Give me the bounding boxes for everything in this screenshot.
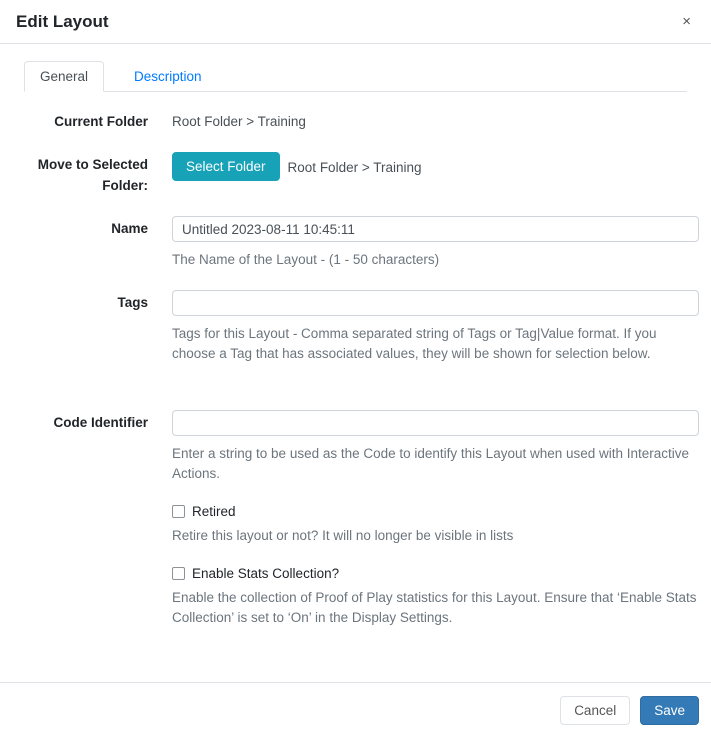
stats-collection-label[interactable]: Enable Stats Collection? [192, 566, 339, 581]
tags-row: Tags Tags for this Layout - Comma separa… [24, 290, 687, 364]
name-row: Name The Name of the Layout - (1 - 50 ch… [24, 216, 687, 270]
close-icon[interactable]: × [678, 14, 695, 29]
code-identifier-help-text: Enter a string to be used as the Code to… [172, 444, 699, 484]
stats-collection-help-text: Enable the collection of Proof of Play s… [172, 588, 699, 628]
current-folder-label: Current Folder [24, 109, 148, 132]
dialog-header: Edit Layout × [0, 0, 711, 44]
code-identifier-row: Code Identifier Enter a string to be use… [24, 410, 687, 484]
stats-collection-row: Enable Stats Collection? Enable the coll… [24, 566, 687, 628]
move-folder-row: Move to Selected Folder: Select Folder R… [24, 152, 687, 196]
current-folder-row: Current Folder Root Folder > Training [24, 109, 687, 132]
retired-help-text: Retire this layout or not? It will no lo… [172, 526, 699, 546]
edit-layout-form: Current Folder Root Folder > Training Mo… [24, 109, 687, 628]
tags-help-text: Tags for this Layout - Comma separated s… [172, 324, 699, 364]
cancel-button[interactable]: Cancel [560, 696, 630, 725]
dialog-footer: Cancel Save [0, 682, 711, 738]
tab-general[interactable]: General [24, 61, 104, 92]
name-help-text: The Name of the Layout - (1 - 50 charact… [172, 250, 699, 270]
retired-label[interactable]: Retired [192, 504, 236, 519]
name-input[interactable] [172, 216, 699, 242]
dialog-title: Edit Layout [16, 12, 109, 32]
selected-folder-value: Root Folder > Training [288, 152, 422, 178]
name-label: Name [24, 216, 148, 270]
code-identifier-input[interactable] [172, 410, 699, 436]
tags-input[interactable] [172, 290, 699, 316]
tab-description[interactable]: Description [118, 61, 218, 92]
code-identifier-label: Code Identifier [24, 410, 148, 484]
select-folder-button[interactable]: Select Folder [172, 152, 280, 181]
retired-checkbox[interactable] [172, 505, 185, 518]
move-folder-label: Move to Selected Folder: [24, 152, 148, 196]
retired-row: Retired Retire this layout or not? It wi… [24, 504, 687, 546]
tags-label: Tags [24, 290, 148, 364]
dialog-body: General Description Current Folder Root … [0, 44, 711, 682]
stats-collection-checkbox[interactable] [172, 567, 185, 580]
tab-bar: General Description [24, 61, 687, 92]
edit-layout-dialog: Edit Layout × General Description Curren… [0, 0, 711, 738]
save-button[interactable]: Save [640, 696, 699, 725]
current-folder-value: Root Folder > Training [172, 109, 699, 132]
